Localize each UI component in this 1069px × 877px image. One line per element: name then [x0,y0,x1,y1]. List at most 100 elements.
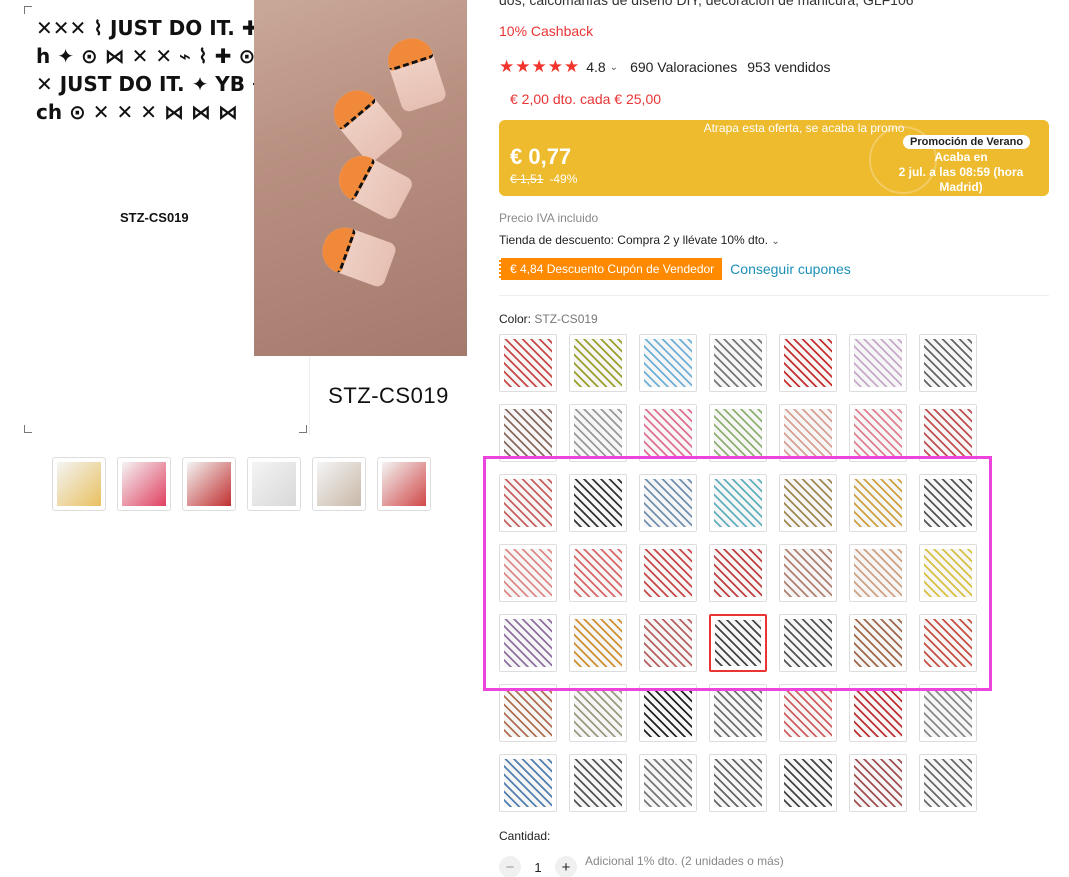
star-rating-icon: ★★★★★ [499,57,581,76]
thumbnail-image [252,462,296,506]
color-swatch[interactable] [569,754,627,812]
swatch-image [784,619,832,667]
main-product-image[interactable]: ✕✕✕ ⌇ JUST DO IT. ✚ rich ✦ ⊙ ⋈ ✕ ✕ ⌁ ⌇ ✚… [22,0,467,435]
color-swatch[interactable] [499,404,557,462]
store-promo[interactable]: € 2,00 dto. cada € 25,00 [510,91,661,107]
color-swatch[interactable] [709,474,767,532]
crop-corner-icon [299,425,307,433]
color-swatch[interactable] [639,334,697,392]
deal-ends-label: Acaba en [934,150,988,164]
color-swatch[interactable] [919,474,977,532]
color-swatch[interactable] [709,404,767,462]
swatch-image [574,409,622,457]
swatch-image [574,689,622,737]
color-swatch[interactable] [919,614,977,672]
swatch-image [714,689,762,737]
swatch-image [504,619,552,667]
color-swatch[interactable] [919,544,977,602]
color-swatch[interactable] [849,614,907,672]
color-swatch[interactable] [849,754,907,812]
color-swatch[interactable] [639,404,697,462]
color-swatch[interactable] [709,684,767,742]
thumbnail-6[interactable] [377,457,431,511]
color-swatch[interactable] [849,544,907,602]
color-swatch[interactable] [709,614,767,672]
color-swatch[interactable] [569,334,627,392]
get-coupons-link[interactable]: Conseguir cupones [730,261,851,277]
color-swatch[interactable] [919,684,977,742]
seller-coupon-tag[interactable]: € 4,84 Descuento Cupón de Vendedor [499,258,723,280]
thumbnail-image [57,462,101,506]
quantity-value[interactable]: 1 [521,860,555,875]
color-swatch[interactable] [849,474,907,532]
color-swatch[interactable] [639,684,697,742]
color-swatch[interactable] [499,684,557,742]
color-swatch[interactable] [779,474,837,532]
color-swatch[interactable] [919,404,977,462]
color-swatch[interactable] [499,474,557,532]
crop-corner-icon [24,425,32,433]
color-swatch[interactable] [849,684,907,742]
color-label-text: Color: [499,312,532,326]
swatch-image [644,759,692,807]
color-swatch[interactable] [499,614,557,672]
thumbnail-2[interactable] [117,457,171,511]
swatch-image [714,339,762,387]
color-swatch[interactable] [849,404,907,462]
quantity-label: Cantidad: [499,829,551,843]
swatch-image [924,619,972,667]
vat-note: Precio IVA incluido [499,211,599,225]
color-swatch[interactable] [569,404,627,462]
color-swatch[interactable] [639,544,697,602]
thumbnail-4[interactable] [247,457,301,511]
color-swatch[interactable] [569,544,627,602]
original-price: € 1,51 [510,172,544,186]
thumbnail-strip [52,457,431,511]
coupon-row: € 4,84 Descuento Cupón de Vendedor Conse… [499,258,851,280]
color-swatch[interactable] [919,754,977,812]
color-swatch[interactable] [709,334,767,392]
color-swatch[interactable] [499,544,557,602]
color-swatch[interactable] [639,754,697,812]
photo-code-label: STZ-CS019 [310,356,467,435]
color-swatch[interactable] [569,474,627,532]
thumbnail-5[interactable] [312,457,366,511]
color-swatch[interactable] [639,474,697,532]
color-swatch[interactable] [779,404,837,462]
color-swatch[interactable] [919,334,977,392]
color-swatch[interactable] [569,614,627,672]
swatch-image [924,479,972,527]
swatch-image [504,409,552,457]
color-swatch[interactable] [849,334,907,392]
swatch-image [714,479,762,527]
color-swatch[interactable] [709,754,767,812]
swatch-image [854,619,902,667]
thumbnail-1[interactable] [52,457,106,511]
color-swatch[interactable] [639,614,697,672]
color-swatch[interactable] [779,684,837,742]
reviews-count[interactable]: 690 Valoraciones [630,59,737,75]
swatch-image [854,689,902,737]
color-swatch[interactable] [779,334,837,392]
color-swatch[interactable] [499,334,557,392]
rating-value[interactable]: 4.8 [586,59,605,75]
store-discount[interactable]: Tienda de descuento: Compra 2 y llévate … [499,233,780,247]
color-swatch[interactable] [779,614,837,672]
swatch-image [924,759,972,807]
thumbnail-image [382,462,426,506]
color-swatch[interactable] [499,754,557,812]
color-swatch[interactable] [779,754,837,812]
chevron-down-icon[interactable]: ⌄ [610,62,618,73]
swatch-image [644,549,692,597]
color-swatch[interactable] [569,684,627,742]
swatch-image [854,549,902,597]
swatch-image [924,339,972,387]
deal-ends-text: Acaba en 2 jul. a las 08:59 (hora Madrid… [891,150,1031,195]
quantity-minus-button[interactable]: − [499,856,521,877]
swatch-image [784,759,832,807]
color-swatch[interactable] [709,544,767,602]
swatch-image [784,689,832,737]
quantity-plus-button[interactable]: + [555,856,577,877]
thumbnail-3[interactable] [182,457,236,511]
color-swatch[interactable] [779,544,837,602]
